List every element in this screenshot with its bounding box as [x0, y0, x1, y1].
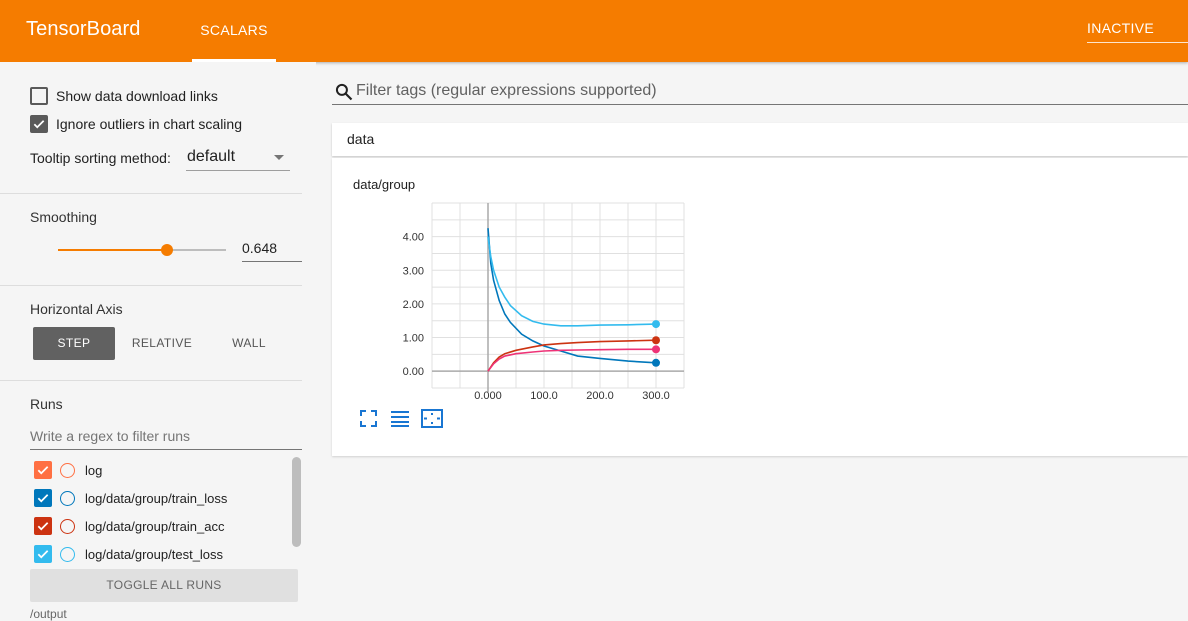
toggle-all-runs-button[interactable]: TOGGLE ALL RUNS: [30, 569, 298, 602]
smoothing-slider-knob[interactable]: [160, 244, 173, 256]
tab-scalars[interactable]: SCALARS: [192, 0, 276, 62]
app-title: TensorBoard: [26, 18, 141, 40]
category-header[interactable]: data: [332, 123, 1188, 156]
check-icon: [37, 494, 49, 503]
runs-heading: Runs: [30, 396, 63, 412]
runs-scrollbar[interactable]: [292, 457, 301, 547]
show-download-links-label: Show data download links: [56, 88, 218, 104]
run-label: log/data/group/train_loss: [85, 490, 228, 506]
x-tick-label: 200.0: [586, 390, 614, 402]
axis-wall-button[interactable]: WALL: [208, 327, 290, 360]
axis-step-button[interactable]: STEP: [33, 327, 115, 360]
chart-toolbar: [359, 409, 479, 436]
inactive-dropdown[interactable]: INACTIVE: [1087, 20, 1188, 43]
ignore-outliers-toggle[interactable]: Ignore outliers in chart scaling: [30, 115, 242, 133]
expand-icon[interactable]: [360, 410, 377, 427]
check-icon: [33, 120, 45, 129]
run-label: log: [85, 462, 103, 478]
run-filter-input[interactable]: Write a regex to filter runs: [30, 428, 302, 450]
x-tick-label: 100.0: [530, 390, 558, 402]
y-tick-label: 1.00: [403, 333, 424, 345]
run-item[interactable]: log/data/group/test_loss: [34, 545, 223, 563]
tooltip-sorting-select[interactable]: default: [186, 147, 290, 171]
run-label: log/data/group/train_acc: [85, 518, 225, 534]
x-tick-label: 0.000: [474, 390, 502, 402]
series-endpoint-3: [652, 345, 660, 354]
run-checkbox[interactable]: [34, 461, 52, 479]
show-download-links-toggle[interactable]: Show data download links: [30, 87, 218, 105]
check-icon: [37, 522, 49, 531]
run-checkbox[interactable]: [34, 517, 52, 535]
run-item[interactable]: log/data/group/train_acc: [34, 517, 224, 535]
run-checkbox[interactable]: [34, 489, 52, 507]
divider: [0, 380, 302, 381]
scalar-chart[interactable]: 0.000 100.0 200.0 300.0 0.00 1.00 2.00 3.00 4.00: [332, 158, 692, 408]
top-app-bar: TensorBoard SCALARS INACTIVE: [0, 0, 1188, 62]
y-tick-label: 3.00: [403, 265, 424, 277]
checkbox-unchecked[interactable]: [30, 87, 48, 105]
sidebar: Show data download links Ignore outliers…: [0, 62, 316, 621]
run-color-radio[interactable]: [60, 546, 75, 562]
series-endpoint-0: [652, 358, 660, 367]
run-item[interactable]: log: [34, 461, 102, 479]
run-color-radio[interactable]: [60, 462, 75, 478]
series-endpoint-2: [652, 336, 660, 345]
fit-domain-icon[interactable]: [421, 409, 443, 428]
tooltip-sorting-label: Tooltip sorting method:: [30, 150, 171, 166]
output-dir-label: /output: [30, 607, 67, 621]
y-tick-label: 4.00: [403, 232, 424, 244]
chart-card: data/group 0.000 100.0 200.0 300.0 0.00 1.00 2…: [332, 158, 1188, 456]
divider: [0, 285, 302, 286]
axis-relative-button[interactable]: RELATIVE: [121, 327, 203, 360]
search-icon: [335, 83, 353, 101]
check-icon: [37, 466, 49, 475]
data-series-icon[interactable]: [391, 411, 409, 427]
checkbox-checked[interactable]: [30, 115, 48, 133]
tag-filter-placeholder: Filter tags (regular expressions support…: [356, 82, 657, 99]
series-endpoint-1: [652, 320, 660, 329]
category-name: data: [347, 131, 375, 147]
dropdown-arrow-icon: [274, 155, 284, 160]
run-color-radio[interactable]: [60, 518, 75, 534]
divider: [0, 193, 302, 194]
run-checkbox[interactable]: [34, 545, 52, 563]
run-item[interactable]: log/data/group/train_loss: [34, 489, 227, 507]
tag-filter-input[interactable]: Filter tags (regular expressions support…: [332, 80, 1188, 105]
smoothing-value-input[interactable]: 0.648: [242, 240, 302, 262]
ignore-outliers-label: Ignore outliers in chart scaling: [56, 116, 242, 132]
check-icon: [37, 550, 49, 559]
y-tick-label: 0.00: [403, 366, 424, 378]
smoothing-slider-fill: [58, 249, 167, 251]
y-tick-label: 2.00: [403, 299, 424, 311]
smoothing-heading: Smoothing: [30, 209, 97, 225]
tooltip-sorting-value: default: [187, 148, 236, 165]
run-label: log/data/group/test_loss: [85, 546, 224, 562]
x-tick-label: 300.0: [642, 390, 670, 402]
horizontal-axis-heading: Horizontal Axis: [30, 301, 123, 317]
run-color-radio[interactable]: [60, 490, 75, 506]
